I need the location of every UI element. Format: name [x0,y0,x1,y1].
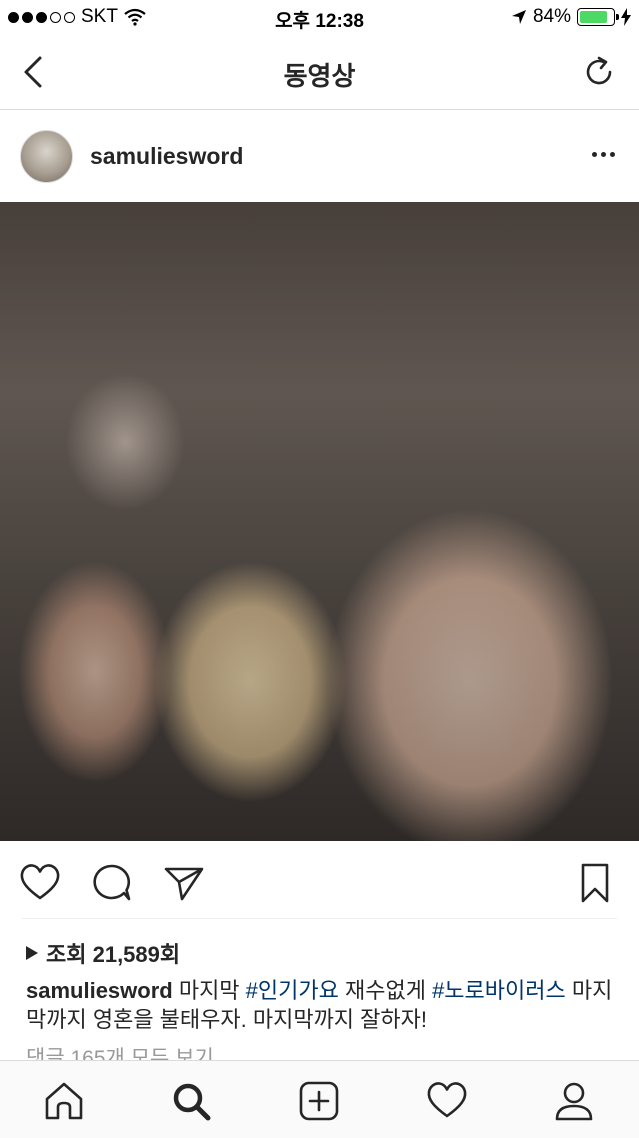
add-post-icon[interactable] [297,1079,341,1123]
refresh-icon[interactable] [581,54,617,90]
send-icon[interactable] [162,861,206,905]
post-header: samuliesword [0,110,639,202]
charging-bolt-icon [621,8,631,26]
tab-bar [0,1060,639,1138]
battery-icon [577,8,619,26]
post-actions [0,841,639,919]
back-chevron-icon[interactable] [16,54,52,90]
bookmark-icon[interactable] [573,861,617,905]
divider [22,918,617,919]
caption-text: 마지막 [172,978,246,1003]
post-video[interactable] [0,202,639,841]
heart-icon[interactable] [18,861,62,905]
hashtag-link[interactable]: #노로바이러스 [432,978,566,1003]
status-bar: SKT 오후 12:38 84% [0,0,639,36]
view-count[interactable]: 조회 21,589회 [26,937,180,969]
caption-username[interactable]: samuliesword [26,978,173,1003]
profile-icon[interactable] [552,1079,596,1123]
caption-text: 재수없게 [338,978,433,1003]
more-options-icon[interactable] [592,152,615,157]
play-triangle-icon [26,946,38,960]
avatar[interactable] [20,130,73,183]
search-icon[interactable] [169,1079,213,1123]
view-count-label: 조회 21,589회 [46,942,181,967]
hashtag-link[interactable]: #인기가요 [246,978,339,1003]
video-overlay [0,202,639,841]
status-right: 84% [511,6,631,28]
comment-icon[interactable] [90,861,134,905]
caption: samuliesword 마지막 #인기가요 재수없게 #노로바이러스 마지막까… [26,976,621,1034]
home-icon[interactable] [42,1079,86,1123]
activity-heart-icon[interactable] [425,1079,469,1123]
battery-percentage: 84% [532,6,571,27]
location-arrow-icon [511,10,526,24]
nav-bar: 동영상 [0,36,639,110]
page-title: 동영상 [283,61,356,91]
post-username[interactable]: samuliesword [90,143,243,170]
